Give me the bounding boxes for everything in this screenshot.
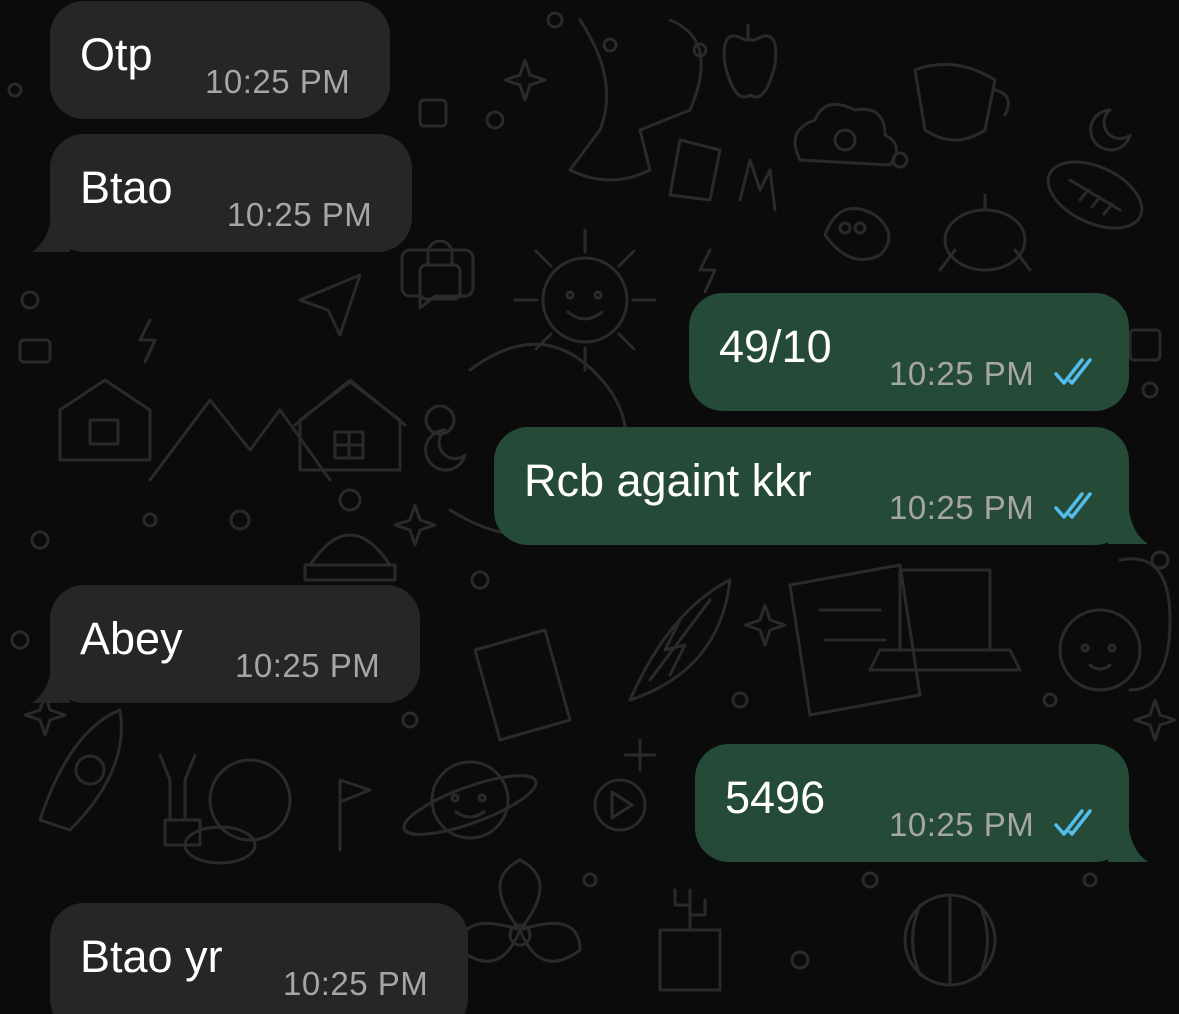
message-timestamp: 10:25 PM bbox=[227, 196, 373, 233]
message-bubble-incoming[interactable]: Abey 10:25 PM bbox=[50, 585, 420, 703]
message-timestamp: 10:25 PM bbox=[889, 806, 1035, 843]
message-text: Btao bbox=[80, 162, 173, 213]
message-bubble-incoming[interactable]: Otp 10:25 PM bbox=[50, 1, 390, 119]
message-timestamp: 10:25 PM bbox=[205, 63, 351, 100]
double-check-read-icon bbox=[1054, 358, 1092, 385]
message-timestamp: 10:25 PM bbox=[235, 647, 381, 684]
message-text: 5496 bbox=[725, 772, 826, 823]
message-text: Rcb againt kkr bbox=[524, 455, 812, 506]
message-timestamp: 10:25 PM bbox=[283, 965, 429, 1002]
message-text: Btao yr bbox=[80, 931, 223, 982]
message-bubble-outgoing[interactable]: 49/10 10:25 PM bbox=[689, 293, 1129, 411]
double-check-read-icon bbox=[1054, 492, 1092, 519]
message-bubble-incoming[interactable]: Btao 10:25 PM bbox=[50, 134, 412, 252]
message-bubble-incoming[interactable]: Btao yr 10:25 PM bbox=[50, 903, 468, 1014]
message-text: Otp bbox=[80, 29, 153, 80]
message-text: Abey bbox=[80, 613, 183, 664]
message-timestamp: 10:25 PM bbox=[889, 355, 1035, 392]
message-bubble-outgoing[interactable]: Rcb againt kkr 10:25 PM bbox=[494, 427, 1129, 545]
chat-message-area[interactable]: Otp 10:25 PM Btao 10:25 PM 49/10 10:25 P… bbox=[0, 0, 1179, 1014]
message-bubble-outgoing[interactable]: 5496 10:25 PM bbox=[695, 744, 1129, 862]
message-text: 49/10 bbox=[719, 321, 832, 372]
double-check-read-icon bbox=[1054, 809, 1092, 836]
message-timestamp: 10:25 PM bbox=[889, 489, 1035, 526]
